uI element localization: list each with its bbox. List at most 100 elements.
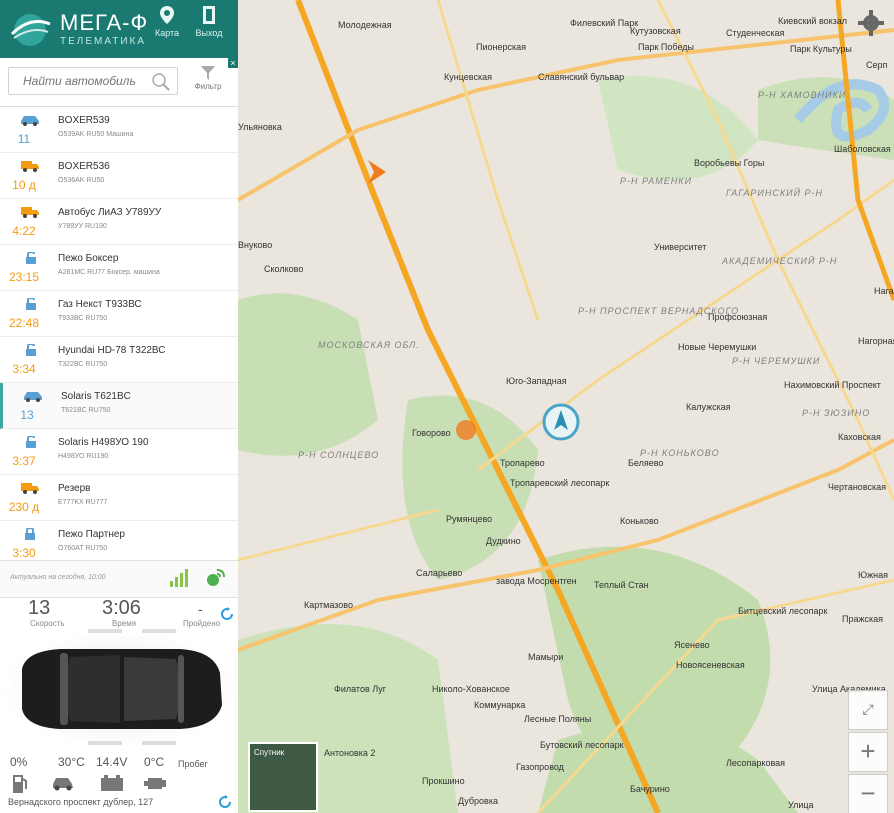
fullscreen-button[interactable]: ⤢ <box>848 690 888 730</box>
vehicle-plate: O760AT RU750 <box>58 545 108 552</box>
map-place-label: Битцевский лесопарк <box>738 606 828 616</box>
close-panel-button[interactable]: × <box>228 58 238 68</box>
car-icon <box>23 389 43 402</box>
filter-button[interactable]: Фильтр <box>188 66 228 91</box>
map-place-label: Славянский бульвар <box>538 72 625 82</box>
truck-icon <box>20 481 40 494</box>
refresh-icon[interactable] <box>220 607 234 621</box>
lock-closed-icon <box>20 526 40 540</box>
vehicle-list-item[interactable]: 22:48 Газ Некст Т933ВС Т933ВС RU750 <box>0 291 238 337</box>
map-place-label: Дудкино <box>486 536 521 546</box>
lock-open-icon <box>20 296 40 310</box>
vehicle-plate: E777KX RU777 <box>58 499 108 506</box>
cluster-marker-icon[interactable] <box>456 420 476 440</box>
map-place-label: Картмазово <box>304 600 353 610</box>
map-place-label: Улица <box>788 800 814 810</box>
map-place-label: Новые Черемушки <box>678 342 757 352</box>
vehicle-status-time: 3:37 <box>12 454 36 468</box>
distance-label: Пройдено <box>183 619 221 628</box>
vehicle-status-time: 11 <box>17 132 31 146</box>
vehicle-list-item[interactable]: 230 д Резерв E777KX RU777 <box>0 475 238 521</box>
vehicle-stats-panel: 13 Скорость 3:06 Время - Пройдено 0% 30°… <box>0 597 238 813</box>
map-place-label: Дубровка <box>458 796 498 806</box>
map-place-label: завода Мосрентген <box>496 576 577 586</box>
map-place-label: Киевский вокзал <box>778 16 848 26</box>
settings-gear-icon[interactable] <box>858 10 884 36</box>
time-label: Время <box>112 619 137 628</box>
map-place-label: Николо-Хованское <box>432 684 510 694</box>
map-place-label: Юго-Западная <box>506 376 567 386</box>
brand-subtitle: ТЕЛЕМАТИКА <box>60 36 147 47</box>
vehicle-status-time: 10 д <box>12 178 36 192</box>
exit-button-label: Выход <box>195 28 223 38</box>
lock-open-icon <box>20 342 40 356</box>
map-district-label: АКАДЕМИЧЕСКИЙ Р-Н <box>722 256 838 266</box>
vehicle-plate: Т322ВС RU750 <box>58 361 108 368</box>
map-place-label: Кутузовская <box>630 26 681 36</box>
exit-button[interactable]: Выход <box>192 6 226 38</box>
vehicle-list-item[interactable]: 13 Solaris T621BC T621BC RU750 <box>0 383 238 429</box>
vehicle-list-item[interactable]: 3:37 Solaris H498УО 190 H498УО RU190 <box>0 429 238 475</box>
map-district-label: Р-Н ХАМОВНИКИ <box>758 90 847 100</box>
map-place-label: Нахимовский Проспект <box>784 380 881 390</box>
map-place-label: Внуково <box>238 240 273 250</box>
filter-funnel-icon <box>201 66 215 80</box>
vehicle-list-item[interactable]: 3:30 Пежо Партнер O760AT RU750 <box>0 521 238 559</box>
vehicle-plate: O536AK RU50 <box>58 177 105 184</box>
car-side-icon <box>53 778 73 791</box>
speed-value: 13 <box>28 597 51 619</box>
vehicle-list-item[interactable]: 23:15 Пежо Боксер A261MC RU77 Боксер. маши… <box>0 245 238 291</box>
map-place-label: Газопровод <box>516 762 564 772</box>
map-view[interactable]: Молодежная Филевский Парк Кутузовская Студе… <box>238 0 894 813</box>
search-icon[interactable] <box>152 73 170 91</box>
map-place-label: Парк Культуры <box>790 44 852 54</box>
search-row: Фильтр <box>0 58 238 107</box>
map-place-label: Кунцевская <box>444 72 492 82</box>
address-refresh-icon[interactable] <box>218 795 232 809</box>
fuel-value: 0% <box>10 755 28 769</box>
signal-strength-icon <box>170 569 188 587</box>
vehicle-list-item[interactable]: 11 BOXER539 O539AK RU50 Машина <box>0 107 238 153</box>
vehicle-plate: O539AK RU50 Машина <box>58 131 134 138</box>
map-place-label: Ульяновка <box>238 122 282 132</box>
exit-door-icon <box>203 6 215 24</box>
gps-satellite-icon <box>207 569 225 586</box>
vehicle-name: BOXER536 <box>58 161 110 172</box>
vehicle-list: 11 BOXER539 O539AK RU50 Машина 10 д BOXER536… <box>0 107 238 559</box>
vehicle-plate: A261MC RU77 Боксер. машина <box>58 269 160 276</box>
engine-temp-value: 30°C <box>58 755 85 769</box>
update-row: Актуально на сегодня, 10:00 <box>0 560 238 598</box>
map-place-label: Филевский Парк <box>570 18 639 28</box>
vehicle-status-time: 4:22 <box>12 224 36 238</box>
vehicle-plate: Т933ВС RU750 <box>58 315 108 322</box>
map-district-label: Р-Н ЗЮЗИНО <box>802 408 871 418</box>
satellite-toggle[interactable]: Спутник <box>248 742 318 812</box>
zoom-out-button[interactable]: − <box>848 774 888 813</box>
vehicle-list-item[interactable]: 4:22 Автобус ЛиАЗ У789УУ У789УУ RU190 <box>0 199 238 245</box>
update-status-text: Актуально на сегодня, 10:00 <box>10 574 106 581</box>
map-place-label: Калужская <box>686 402 731 412</box>
vehicle-list-item[interactable]: 10 д BOXER536 O536AK RU50 <box>0 153 238 199</box>
app-header: МЕГА-Ф ТЕЛЕМАТИКА Карта Выход <box>0 0 238 58</box>
car-image-icon <box>22 629 222 745</box>
vehicle-name: Solaris T621BC <box>61 391 131 402</box>
battery-icon <box>101 775 123 791</box>
map-place-label: Пионерская <box>476 42 526 52</box>
map-place-label: Антоновка 2 <box>324 748 376 758</box>
vehicle-plate: T621BC RU750 <box>61 407 111 414</box>
zoom-in-button[interactable]: + <box>848 732 888 772</box>
vehicle-status-time: 3:34 <box>12 362 36 376</box>
map-district-label: Р-Н ЧЕРЕМУШКИ <box>732 356 821 366</box>
map-place-label: Румянцево <box>446 514 493 524</box>
vehicle-status-time: 23:15 <box>8 270 40 284</box>
map-place-label: Коммунарка <box>474 700 526 710</box>
map-district-label: МОСКОВСКАЯ ОБЛ. <box>318 340 420 350</box>
map-place-label: Прокшино <box>422 776 465 786</box>
voltage-value: 14.4V <box>96 755 128 769</box>
map-place-label: Молодежная <box>338 20 392 30</box>
map-button[interactable]: Карта <box>150 6 184 38</box>
truck-icon <box>20 205 40 218</box>
truck-icon <box>20 159 40 172</box>
vehicle-list-item[interactable]: 3:34 Hyundai HD-78 Т322ВС Т322ВС RU750 <box>0 337 238 383</box>
distance-value: - <box>198 601 203 617</box>
